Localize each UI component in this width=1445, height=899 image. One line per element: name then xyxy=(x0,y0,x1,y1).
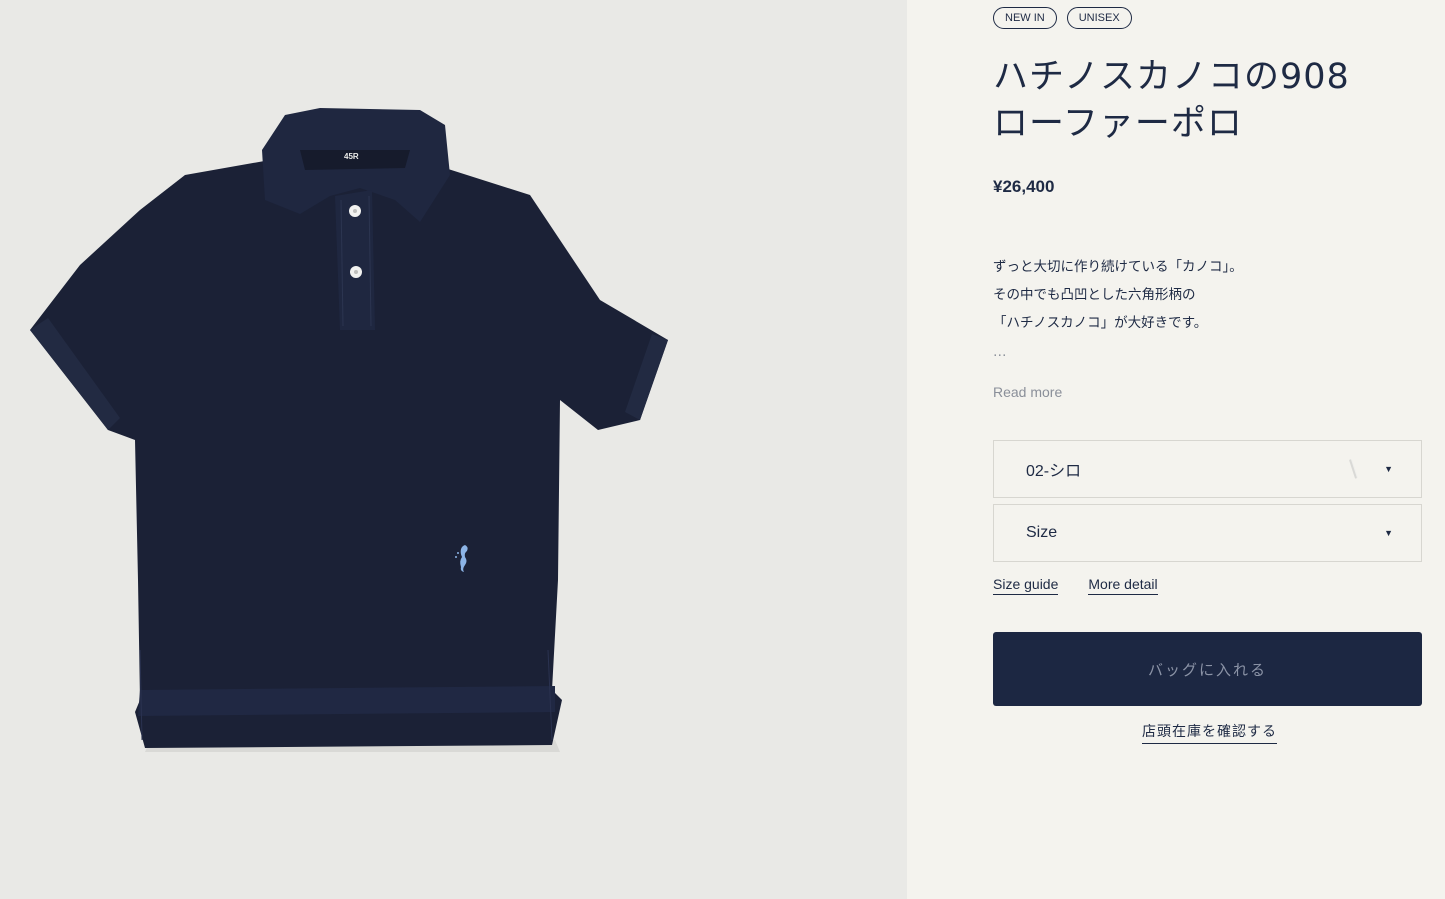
color-select-value: 02-シロ xyxy=(1026,463,1082,480)
more-detail-link[interactable]: More detail xyxy=(1088,576,1158,595)
product-title-line-1: ハチノスカノコの908 xyxy=(993,57,1350,97)
product-image: 45R xyxy=(30,108,668,752)
product-description: ずっと大切に作り続けている「カノコ」。 その中でも凸凹とした六角形柄の 「ハチノ… xyxy=(993,253,1243,367)
color-swatch-icon xyxy=(1346,458,1360,480)
product-image-pane: 45R xyxy=(0,0,907,899)
product-links: Size guide More detail xyxy=(993,576,1158,595)
description-line: ずっと大切に作り続けている「カノコ」。 xyxy=(993,259,1243,275)
size-select-value: Size xyxy=(1026,524,1058,541)
size-guide-link[interactable]: Size guide xyxy=(993,576,1059,595)
chevron-down-icon: ▼ xyxy=(1384,528,1393,538)
description-line: その中でも凸凹とした六角形柄の xyxy=(993,287,1196,303)
read-more-link[interactable]: Read more xyxy=(993,384,1062,400)
product-title-line-2: ローファーポロ xyxy=(993,104,1243,144)
check-store-stock-link[interactable]: 店頭在庫を確認する xyxy=(1142,721,1277,744)
description-ellipsis: … xyxy=(993,344,1007,360)
chevron-down-icon: ▼ xyxy=(1384,464,1393,474)
badge-group: NEW IN UNISEX xyxy=(993,7,1132,29)
add-to-bag-button[interactable]: バッグに入れる xyxy=(993,632,1422,706)
badge-new-in: NEW IN xyxy=(993,7,1057,29)
product-title: ハチノスカノコの908 ローファーポロ xyxy=(993,54,1433,148)
product-price: ¥26,400 xyxy=(993,177,1055,196)
product-info-panel: NEW IN UNISEX ハチノスカノコの908 ローファーポロ ¥26,40… xyxy=(907,0,1445,899)
description-line: 「ハチノスカノコ」が大好きです。 xyxy=(993,315,1208,331)
neck-tag-label: 45R xyxy=(344,152,359,161)
color-select[interactable]: 02-シロ ▼ xyxy=(993,440,1422,498)
badge-unisex: UNISEX xyxy=(1066,7,1132,29)
size-select[interactable]: Size ▼ xyxy=(993,504,1422,562)
